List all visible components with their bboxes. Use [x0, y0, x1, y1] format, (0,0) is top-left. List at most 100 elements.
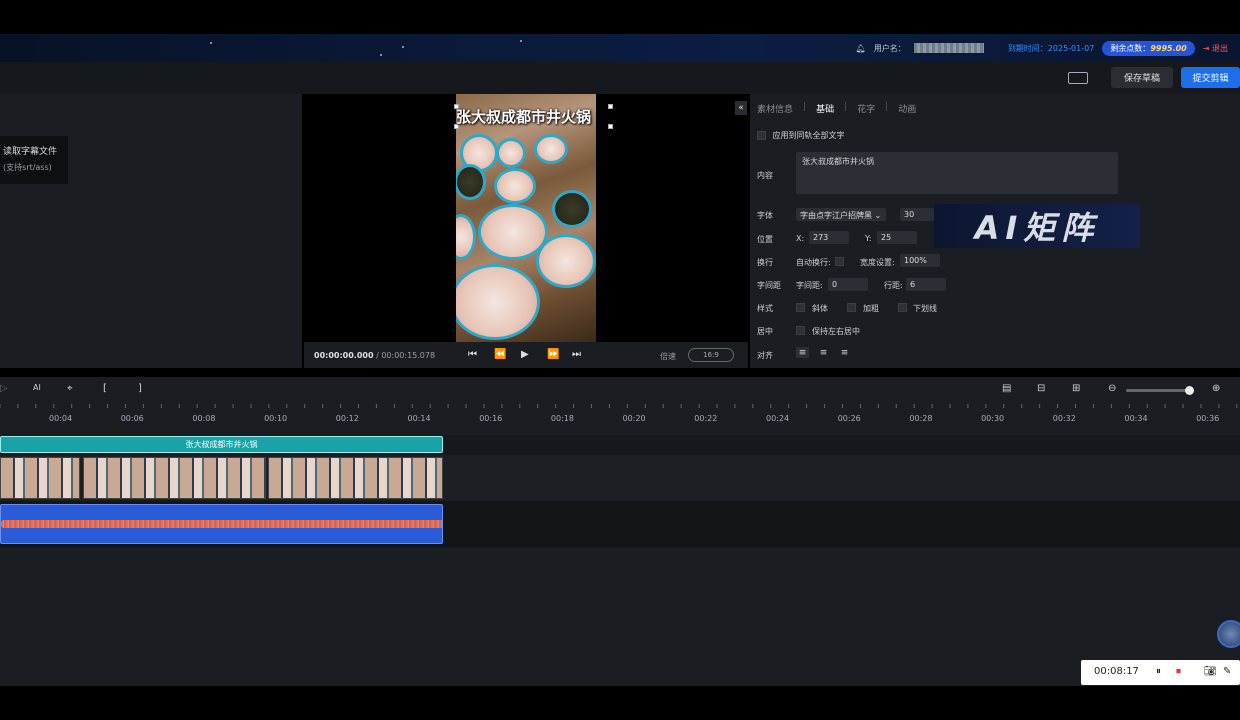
center-label: 居中 [757, 327, 773, 336]
y-input[interactable]: 25 [877, 231, 917, 244]
apply-all-label: 应用到同轨全部文字 [772, 131, 845, 140]
audio-clip[interactable] [0, 504, 443, 544]
audio-waveform [1, 520, 442, 528]
content-label: 内容 [757, 171, 773, 180]
content-textarea[interactable]: 张大叔成都市井火锅 [796, 152, 1118, 194]
subtitle-overlay[interactable]: 张大叔成都市井火锅 [456, 106, 612, 127]
ruler-tick-label: 00:20 [622, 414, 646, 423]
zoom-slider[interactable] [1126, 389, 1194, 392]
font-size-input[interactable]: 30 [900, 208, 934, 221]
align-label: 对齐 [757, 351, 773, 360]
video-editor: 🔔︎ 用户名： 到期时间：2025-01-07 剩余点数：9995.00 ⇥ 退… [0, 0, 1240, 720]
tab-basic[interactable]: 基础 [816, 102, 834, 115]
read-subtitle-button[interactable]: 读取字幕文件 (支持srt/ass) [0, 136, 68, 184]
read-subtitle-label: 读取字幕文件 [3, 147, 58, 157]
spacing-label: 字间距 [757, 281, 781, 290]
username-value [913, 43, 984, 53]
line-spacing-input[interactable]: 6 [906, 278, 946, 291]
pen-icon[interactable]: ✎ [1223, 666, 1231, 677]
align-center-icon[interactable]: ≡ [817, 347, 830, 358]
mark-out-icon[interactable]: ] [138, 383, 142, 394]
playback-time: 00:00:00.000 / 00:00:15.078 [314, 351, 436, 360]
apply-all-checkbox[interactable] [757, 131, 766, 140]
mark-in-icon[interactable]: [ [103, 383, 107, 394]
tab-animation[interactable]: 动画 [898, 102, 916, 115]
username-label: 用户名： [873, 43, 906, 53]
bell-icon[interactable]: 🔔︎ [856, 44, 866, 53]
auto-wrap-checkbox[interactable] [835, 257, 844, 266]
x-input[interactable]: 273 [809, 231, 849, 244]
width-input[interactable]: 100% [900, 254, 940, 267]
tab-material-info[interactable]: 素材信息 [757, 102, 793, 115]
ruler-tick-label: 00:26 [837, 414, 861, 423]
player-controls: 00:00:00.000 / 00:00:15.078 ⏮ ⏪ ▶ ⏩ ⏭ 倍速… [304, 342, 748, 368]
stop-icon[interactable]: ⏹ [1176, 666, 1181, 677]
x-label: X: [796, 234, 805, 243]
video-clip[interactable] [83, 457, 266, 499]
ruler-tick-label: 00:12 [335, 414, 359, 423]
underline-checkbox[interactable] [898, 303, 907, 312]
zoom-out-icon[interactable]: ⊖ [1108, 383, 1116, 394]
collapse-panel-icon[interactable]: « [735, 101, 747, 115]
split-icon[interactable]: ▷ [0, 383, 8, 394]
pause-icon[interactable]: ⏸ [1156, 666, 1161, 677]
font-label: 字体 [757, 211, 773, 220]
food-plate [456, 264, 540, 340]
play-icon[interactable]: ▶ [521, 349, 529, 360]
zoom-slider-handle[interactable] [1185, 386, 1194, 395]
text-clip[interactable]: 张大叔成都市井火锅 [0, 436, 443, 453]
material-panel: 读取字幕文件 (支持srt/ass) [0, 94, 302, 368]
tab-fancy-text[interactable]: 花字 [857, 102, 875, 115]
keyboard-icon[interactable] [1068, 72, 1088, 84]
apply-all-row: 应用到同轨全部文字 [757, 130, 845, 141]
save-draft-button[interactable]: 保存草稿 [1111, 67, 1173, 88]
snap-icon[interactable]: ⊟ [1037, 383, 1045, 394]
rewind-icon[interactable]: ⏪ [494, 349, 506, 360]
zoom-in-icon[interactable]: ⊕ [1212, 383, 1220, 394]
video-frame [456, 94, 596, 342]
ruler-tick-label: 00:08 [192, 414, 216, 423]
watermark: AI矩阵 [934, 204, 1140, 248]
aspect-ratio-select[interactable]: 16:9 [688, 348, 734, 362]
ruler-tick-label: 00:16 [479, 414, 503, 423]
ruler-tick-label: 00:28 [909, 414, 933, 423]
marker-icon[interactable]: ⌖ [67, 383, 73, 394]
points-badge: 剩余点数：9995.00 [1102, 40, 1195, 56]
video-clip[interactable] [0, 457, 80, 499]
ruler-tick-label: 00:22 [694, 414, 718, 423]
food-plate [552, 190, 592, 228]
timeline-toolbar: ▷ AI ⌖ [ ] ▤ ⊟ ⊞ ⊖ ⊕ [0, 377, 1240, 403]
ruler-tick-label: 00:24 [766, 414, 790, 423]
logout-button[interactable]: ⇥ 退出 [1203, 43, 1228, 54]
skip-start-icon[interactable]: ⏮ [468, 349, 477, 360]
char-spacing-input[interactable]: 0 [828, 278, 868, 291]
video-clip[interactable] [268, 457, 443, 499]
property-tabs: 素材信息 | 基础 | 花字 | 动画 [757, 102, 917, 115]
ruler-tick-label: 00:18 [550, 414, 574, 423]
align-left-icon[interactable]: ≡ [796, 347, 809, 358]
camera-icon[interactable]: 📷︎ [1204, 666, 1217, 677]
keep-center-checkbox[interactable] [796, 326, 805, 335]
submit-edit-button[interactable]: 提交剪辑 [1181, 67, 1240, 88]
avatar[interactable] [1217, 620, 1240, 648]
fast-forward-icon[interactable]: ⏩ [547, 349, 559, 360]
track-layout-icon[interactable]: ▤ [1002, 383, 1011, 394]
preview-canvas: 张大叔成都市井火锅 [304, 94, 748, 342]
timeline-ruler[interactable]: 00:04 00:06 00:08 00:10 00:12 00:14 00:16 00:18… [0, 403, 1240, 427]
food-plate [456, 164, 486, 200]
skip-end-icon[interactable]: ⏭ [572, 349, 581, 360]
food-plate [534, 134, 568, 164]
editor-toolbar [0, 62, 1240, 94]
ruler-tick-label: 00:06 [120, 414, 144, 423]
y-label: Y: [865, 234, 872, 243]
italic-checkbox[interactable] [796, 303, 805, 312]
merge-icon[interactable]: ⊞ [1072, 383, 1080, 394]
speed-label[interactable]: 倍速 [660, 351, 676, 362]
auto-wrap-label: 自动换行: [796, 258, 831, 267]
ai-subtitle-icon[interactable]: AI [33, 383, 41, 392]
bold-checkbox[interactable] [847, 303, 856, 312]
ruler-tick-label: 00:10 [264, 414, 288, 423]
align-right-icon[interactable]: ≡ [838, 347, 851, 358]
font-select[interactable]: 字由点字江户招牌黑 ⌄ [796, 208, 886, 221]
screen-recorder: 00:08:17 ⏸ ⏹ 📷︎ ✎ [1081, 660, 1240, 685]
